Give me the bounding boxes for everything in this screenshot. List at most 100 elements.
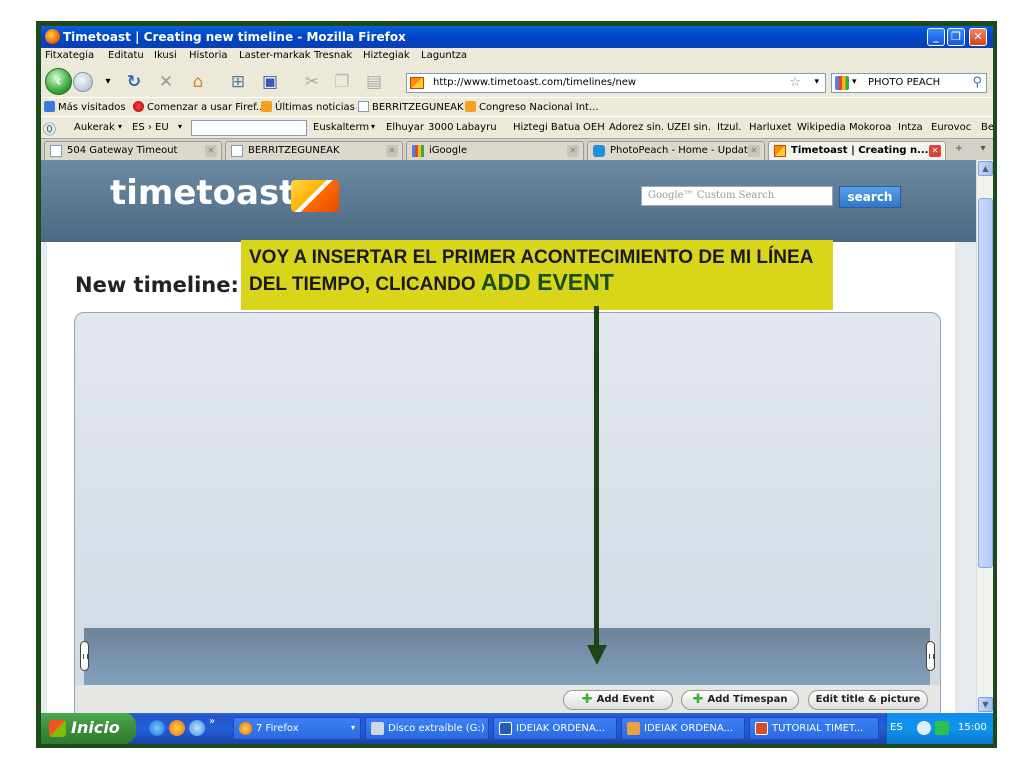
search-icon[interactable]: ⚲ [972,75,982,90]
quicklaunch-icon[interactable] [189,720,205,736]
menu-laster-markak[interactable]: Laster-markak [239,50,311,61]
scroll-up-icon[interactable]: ▲ [978,161,993,176]
bookmark-comenzar[interactable]: Comenzar a usar Firef... [133,101,265,113]
tab-photopeach[interactable]: PhotoPeach - Home - Updat... ✕ [587,141,765,160]
timetoast-favicon [774,145,786,157]
start-button[interactable]: Inicio [41,713,136,744]
reload-icon[interactable]: ↻ [123,72,145,92]
tab-close-icon[interactable]: ✕ [205,145,217,157]
addon-euskalterm[interactable]: Euskalterm [313,122,369,133]
bookmark-mas-visitados[interactable]: Más visitados [44,101,126,113]
addon-intza[interactable]: Intza [898,122,923,133]
cut-icon[interactable]: ✂ [301,72,323,92]
addon-wikipedia[interactable]: Wikipedia [797,122,846,133]
menu-fitxategia[interactable]: Fitxategia [45,50,94,61]
new-tab-plus-icon[interactable]: + [951,143,967,159]
addon-oeh[interactable]: OEH [583,122,605,133]
task-disco[interactable]: Disco extraíble (G:) [365,717,489,740]
star-icon[interactable]: ☆ [789,75,801,90]
tab-igoogle[interactable]: iGoogle ✕ [406,141,584,160]
addon-3000[interactable]: 3000 [428,122,453,133]
vertical-scrollbar[interactable]: ▲ ▼ [976,160,993,713]
bookmark-icon[interactable]: ▣ [259,72,281,92]
app-icon [627,722,640,735]
add-event-button[interactable]: ✚ Add Event [563,690,673,710]
bookmark-congreso[interactable]: Congreso Nacional Int... [465,101,599,113]
task-ideiak-word[interactable]: IDEIAK ORDENA... [493,717,617,740]
timeline-right-handle[interactable] [926,641,935,671]
site-search-input[interactable]: Google™ Custom Search [641,186,833,206]
scrollbar-thumb[interactable] [978,198,993,568]
url-bar[interactable]: http://www.timetoast.com/timelines/new ☆… [406,73,826,93]
tray-arrow-icon[interactable] [917,721,931,735]
forward-button[interactable]: › [73,72,93,92]
minimize-button[interactable]: _ [927,28,945,46]
word-icon [499,722,512,735]
add-timespan-button[interactable]: ✚ Add Timespan [681,690,799,710]
menu-editatu[interactable]: Editatu [108,50,144,61]
dropdown-icon[interactable]: ▾ [371,122,375,131]
close-button[interactable]: ✕ [969,28,987,46]
addon-language[interactable]: ES › EU [132,122,169,133]
timeline-left-handle[interactable] [80,641,89,671]
scroll-down-icon[interactable]: ▼ [978,697,993,712]
addon-hiztegi-batua[interactable]: Hiztegi Batua [513,122,580,133]
tab-close-icon[interactable]: ✕ [386,145,398,157]
url-text: http://www.timetoast.com/timelines/new [433,77,637,88]
language-indicator[interactable]: ES [890,722,903,733]
group-dropdown-icon[interactable]: ▾ [351,723,355,732]
tab-berritzeguneak[interactable]: BERRITZEGUNEAK ✕ [225,141,403,160]
menu-tresnak[interactable]: Tresnak [314,50,352,61]
firefox-quicklaunch-icon[interactable] [169,720,185,736]
addon-eurovoc[interactable]: Eurovoc [931,122,971,133]
tab-close-icon[interactable]: ✕ [567,145,579,157]
menu-historia[interactable]: Historia [189,50,228,61]
help-icon[interactable]: ⓪ [43,119,56,138]
site-header: timetoast Google™ Custom Search search [41,160,976,242]
menu-hiztegiak[interactable]: Hiztegiak [363,50,410,61]
history-dropdown-icon[interactable]: ▾ [97,72,119,92]
addon-elhuyar[interactable]: Elhuyar [386,122,424,133]
menu-ikusi[interactable]: Ikusi [154,50,177,61]
quicklaunch-more-icon[interactable]: » [209,716,215,727]
ie-icon[interactable] [149,720,165,736]
addon-labayru[interactable]: Labayru [456,122,497,133]
tab-timetoast[interactable]: Timetoast | Creating n... ✕ [768,141,946,161]
addon-aukerak[interactable]: Aukerak [74,122,115,133]
paste-icon[interactable]: ▤ [363,72,385,92]
menu-laguntza[interactable]: Laguntza [421,50,467,61]
maximize-button[interactable]: ❐ [947,28,965,46]
search-engine-dropdown-icon[interactable]: ▾ [852,77,857,87]
timeline-band[interactable] [84,628,930,685]
addon-mokoroa[interactable]: Mokoroa [849,122,891,133]
dropdown-icon[interactable]: ▾ [178,122,182,131]
task-firefox[interactable]: 7 Firefox ▾ [233,717,361,740]
addon-uzei[interactable]: UZEI sin. [667,122,711,133]
site-search-button[interactable]: search [839,186,901,208]
back-button[interactable]: ‹ [45,68,72,95]
copy-icon[interactable]: ❐ [331,72,353,92]
addon-harluxet[interactable]: Harluxet [749,122,792,133]
tab-close-icon[interactable]: ✕ [748,145,760,157]
timetoast-logo[interactable]: timetoast [110,173,295,213]
url-dropdown-icon[interactable]: ▾ [814,77,819,87]
addon-more[interactable]: Be [981,122,993,133]
addon-itzul[interactable]: Itzul. [717,122,741,133]
dictionary-input[interactable] [191,120,307,136]
task-tutorial[interactable]: TUTORIAL TIMET... [749,717,879,740]
bookmark-ultimas-noticias[interactable]: Últimas noticias [261,101,355,113]
stop-icon[interactable]: ✕ [155,72,177,92]
tab-list-icon[interactable]: ▾ [975,143,991,159]
edit-title-picture-button[interactable]: Edit title & picture [808,690,928,710]
search-box[interactable]: ▾ PHOTO PEACH ⚲ [831,73,987,93]
tab-gateway-timeout[interactable]: 504 Gateway Timeout ✕ [44,141,222,160]
task-ideiak-other[interactable]: IDEIAK ORDENA... [621,717,745,740]
home-icon[interactable]: ⌂ [187,72,209,92]
tab-close-icon[interactable]: ✕ [929,145,941,157]
bookmark-berritzeguneak[interactable]: BERRITZEGUNEAK [358,101,464,113]
addon-adorez[interactable]: Adorez sin. [609,122,664,133]
dropdown-icon[interactable]: ▾ [118,122,122,131]
google-icon[interactable] [835,76,849,90]
network-icon[interactable] [935,721,949,735]
new-tab-icon[interactable]: ⊞ [227,72,249,92]
